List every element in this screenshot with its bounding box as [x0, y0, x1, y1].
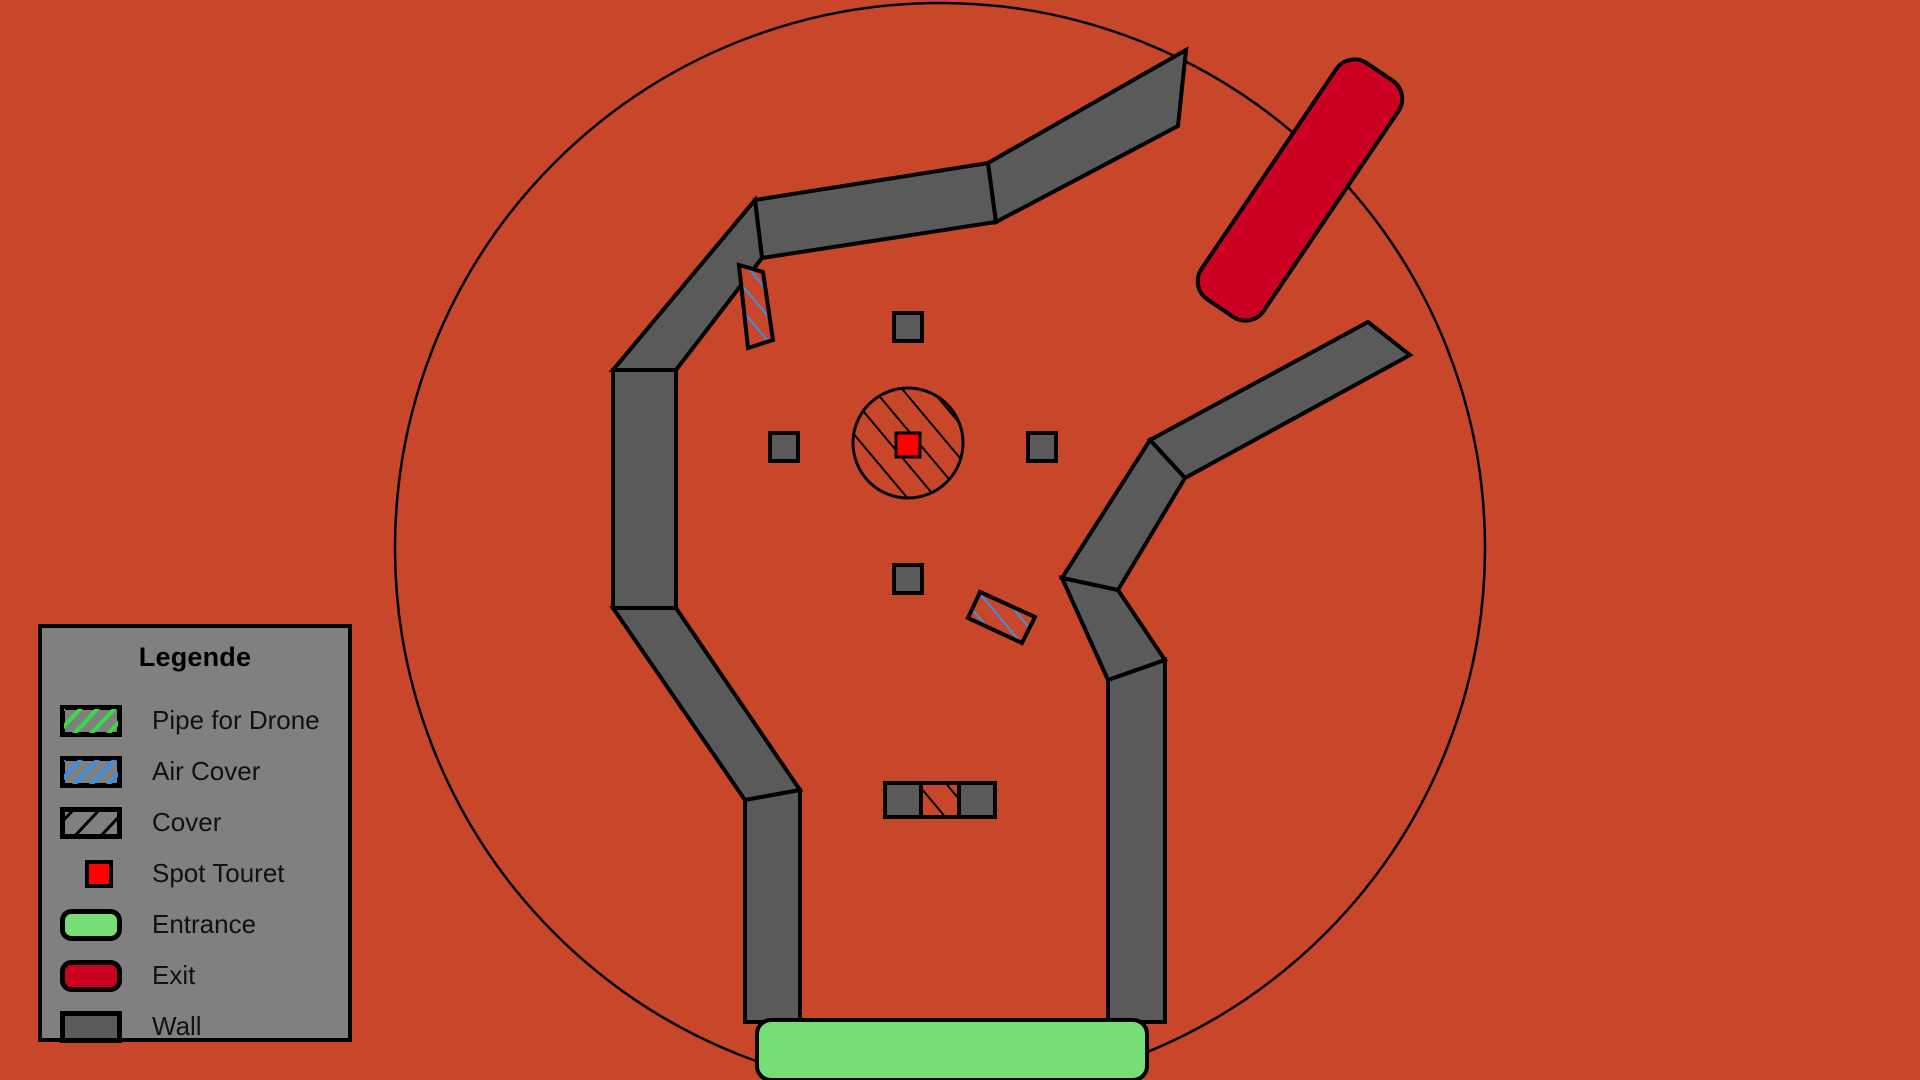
legend-swatch-hatch-green	[60, 704, 122, 737]
wall-left-upper-vertical	[611, 368, 678, 610]
legend-swatch-rounded-solid	[60, 908, 122, 941]
legend-row-pipe-for-drone[interactable]: Pipe for Drone	[42, 695, 348, 746]
wall-left-lower-diagonal	[609, 606, 804, 803]
legend-swatch-wrap	[60, 1010, 138, 1043]
legend-row-exit[interactable]: Exit	[42, 950, 348, 1001]
spot-touret	[894, 431, 922, 459]
exit-zone-group[interactable]	[1189, 51, 1411, 329]
legend-swatch-solid-square	[85, 859, 113, 888]
bottom-wall-bar	[883, 781, 997, 819]
legend-label: Entrance	[152, 909, 257, 939]
wall-top-left-horizontal	[752, 160, 999, 261]
arena-map-canvas: Legende Pipe for Drone Air Cover Cover Spot…	[0, 0, 1920, 1080]
center-cover-group	[851, 386, 965, 500]
bottom-bar-segment-cover-1	[919, 781, 961, 819]
wall-right-bottom-vertical	[1106, 657, 1167, 1024]
legend-row-spot-touret[interactable]: Spot Touret	[42, 848, 348, 899]
legend-swatch-solid-rect	[60, 1010, 122, 1043]
legend-swatch-wrap	[60, 704, 138, 737]
obstacle-right	[1026, 431, 1058, 463]
legend-swatch-rounded-solid	[60, 959, 122, 992]
obstacle-left	[768, 431, 800, 463]
legend-swatch-wrap	[60, 908, 138, 941]
legend-swatch-wrap	[60, 959, 138, 992]
legend-label: Spot Touret	[152, 858, 285, 888]
legend-row-cover[interactable]: Cover	[42, 797, 348, 848]
legend-swatch-wrap	[60, 806, 138, 839]
legend-swatch-hatch-blue	[60, 755, 122, 788]
wall-left-bottom-vertical	[743, 787, 802, 1024]
air-cover-mid-right	[965, 589, 1038, 646]
air-cover-upper-left	[736, 262, 776, 351]
legend-row-wall[interactable]: Wall	[42, 1001, 348, 1052]
legend-row-entrance[interactable]: Entrance	[42, 899, 348, 950]
legend-row-air-cover[interactable]: Air Cover	[42, 746, 348, 797]
exit-zone[interactable]	[1189, 51, 1411, 329]
wall-top-right-diagonal	[985, 46, 1189, 226]
legend-swatch-wrap	[60, 755, 138, 788]
wall-right-mid-diagonal	[1058, 436, 1188, 593]
legend-panel: Legende Pipe for Drone Air Cover Cover Spot…	[38, 624, 352, 1043]
legend-swatch-hatch-black	[60, 806, 122, 839]
legend-label: Exit	[152, 960, 196, 990]
bottom-bar-segment-wall-0	[883, 781, 923, 819]
legend-label: Pipe for Drone	[152, 705, 320, 735]
bottom-bar-segment-wall-2	[957, 781, 997, 819]
entrance-zone[interactable]	[755, 1018, 1149, 1080]
legend-swatch-wrap	[60, 859, 138, 889]
legend-label: Wall	[152, 1011, 202, 1041]
legend-label: Cover	[152, 807, 222, 837]
legend-rows: Pipe for Drone Air Cover Cover Spot Touret E…	[42, 695, 348, 1052]
legend-title: Legende	[138, 642, 252, 672]
obstacle-top	[892, 311, 924, 343]
wall-right-upper-diagonal	[1146, 319, 1414, 481]
legend-label: Air Cover	[152, 756, 261, 786]
obstacle-bottom	[892, 563, 924, 595]
